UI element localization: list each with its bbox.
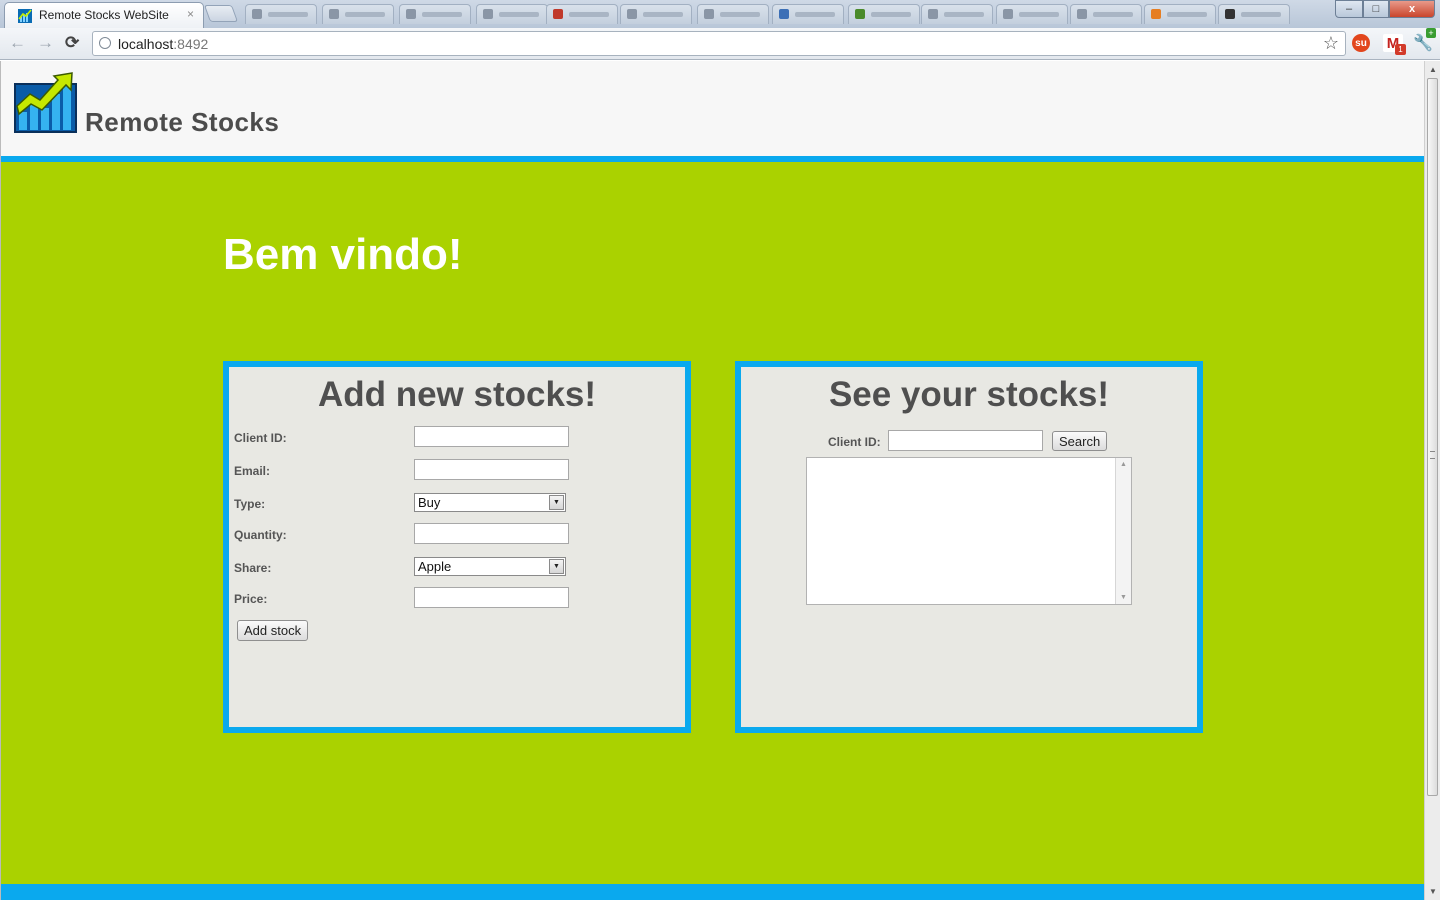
window-minimize-button[interactable]: –	[1335, 0, 1363, 18]
browser-toolbar: ← → ⟳ localhost:8492 ☆ su M 1 🔧	[0, 28, 1440, 60]
url-port: :8492	[173, 36, 209, 52]
background-tab[interactable]	[921, 4, 993, 24]
stumbleupon-extension-icon[interactable]: su	[1352, 34, 1370, 52]
back-arrow-icon[interactable]: ←	[9, 33, 26, 53]
share-label: Share:	[234, 561, 272, 575]
gmail-unread-badge: 1	[1395, 44, 1406, 55]
see-stocks-panel: See your stocks! Client ID: Search ▲ ▼	[735, 361, 1203, 733]
share-selected-value: Apple	[418, 559, 452, 574]
add-stocks-title: Add new stocks!	[317, 375, 597, 414]
chart-favicon-icon	[18, 9, 32, 23]
scroll-up-arrow-icon[interactable]: ▲	[1429, 65, 1437, 74]
background-tab[interactable]	[1218, 4, 1290, 24]
chevron-down-icon: ▼	[549, 495, 564, 510]
address-bar[interactable]: localhost:8492 ☆	[92, 31, 1346, 56]
footer-band	[1, 884, 1424, 900]
background-tab[interactable]	[848, 4, 920, 24]
scroll-down-arrow-icon[interactable]: ▼	[1120, 594, 1127, 601]
globe-icon	[99, 37, 111, 49]
welcome-heading: Bem vindo!	[223, 230, 463, 279]
price-input[interactable]	[414, 587, 569, 608]
window-maximize-button[interactable]: □	[1363, 0, 1389, 18]
email-label: Email:	[234, 464, 271, 478]
bookmark-star-icon[interactable]: ☆	[1323, 33, 1339, 54]
site-title: Remote Stocks	[85, 107, 280, 137]
type-selected-value: Buy	[418, 495, 441, 510]
stock-chart-logo-icon	[14, 72, 77, 133]
price-label: Price:	[234, 592, 268, 606]
email-input[interactable]	[414, 459, 569, 480]
page-scrollbar[interactable]: ▲ ▼	[1424, 61, 1440, 900]
type-label: Type:	[234, 497, 266, 511]
see-stocks-title: See your stocks!	[828, 375, 1110, 414]
share-select[interactable]: Apple ▼	[414, 557, 566, 576]
background-tab[interactable]	[476, 4, 548, 24]
tab-close-icon[interactable]: ×	[187, 7, 194, 21]
quantity-label: Quantity:	[234, 528, 287, 542]
window-close-button[interactable]: x	[1389, 0, 1435, 18]
scrollbar-grip	[1430, 451, 1435, 459]
main-content: Bem vindo! Add new stocks! Client ID: Em…	[1, 162, 1424, 884]
chevron-down-icon: ▼	[549, 559, 564, 574]
results-scrollbar[interactable]: ▲ ▼	[1115, 458, 1131, 604]
client-id-label: Client ID:	[234, 431, 287, 445]
quantity-input[interactable]	[414, 523, 569, 544]
background-tab[interactable]	[772, 4, 844, 24]
search-client-id-label: Client ID:	[828, 435, 881, 449]
add-stocks-panel: Add new stocks! Client ID: Email: Type: …	[223, 361, 691, 733]
new-tab-button[interactable]	[203, 5, 239, 22]
stocks-results-box[interactable]: ▲ ▼	[806, 457, 1132, 605]
forward-arrow-icon[interactable]: →	[37, 33, 54, 53]
scroll-up-arrow-icon[interactable]: ▲	[1120, 461, 1127, 468]
scroll-down-arrow-icon[interactable]: ▼	[1429, 887, 1437, 896]
background-tab[interactable]	[1144, 4, 1216, 24]
type-select[interactable]: Buy ▼	[414, 493, 566, 512]
background-tab[interactable]	[245, 4, 317, 24]
url-text: localhost:8492	[118, 36, 208, 52]
scrollbar-thumb[interactable]	[1427, 78, 1438, 796]
background-tab[interactable]	[546, 4, 618, 24]
background-tab[interactable]	[1070, 4, 1142, 24]
reload-icon[interactable]: ⟳	[65, 33, 79, 53]
background-tab[interactable]	[322, 4, 394, 24]
active-tab[interactable]: Remote Stocks WebSite ×	[4, 2, 204, 28]
search-button[interactable]: Search	[1052, 431, 1108, 451]
site-header: Remote Stocks	[1, 61, 1424, 157]
browser-tabstrip: Remote Stocks WebSite × – □ x	[0, 0, 1440, 28]
search-client-id-input[interactable]	[888, 430, 1043, 451]
tab-title: Remote Stocks WebSite	[39, 8, 169, 22]
background-tab[interactable]	[399, 4, 471, 24]
client-id-input[interactable]	[414, 426, 569, 447]
add-stock-button[interactable]: Add stock	[237, 620, 309, 641]
web-page: Remote Stocks Bem vindo! Add new stocks!…	[0, 61, 1424, 900]
update-available-icon: +	[1426, 28, 1436, 38]
url-host: localhost	[118, 36, 174, 52]
background-tab[interactable]	[697, 4, 769, 24]
background-tab[interactable]	[620, 4, 692, 24]
background-tab[interactable]	[996, 4, 1068, 24]
